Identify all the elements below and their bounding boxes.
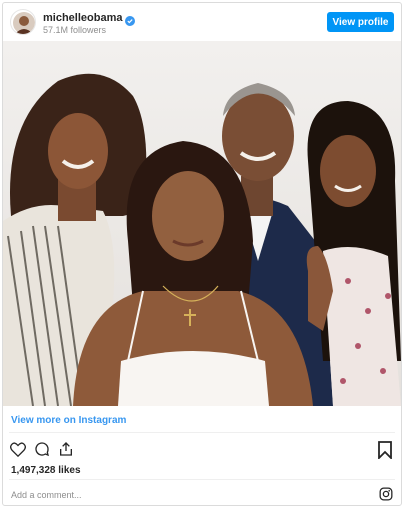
username-link[interactable]: michelleobama: [43, 12, 122, 24]
share-icon[interactable]: [57, 440, 75, 458]
divider: [9, 479, 395, 480]
post-photo[interactable]: [3, 41, 401, 406]
view-profile-button[interactable]: View profile: [327, 12, 394, 32]
post-header: michelleobama 57.1M followers View profi…: [3, 3, 401, 41]
action-bar: [9, 440, 75, 460]
follower-count: 57.1M followers: [43, 25, 107, 35]
comment-icon[interactable]: [33, 440, 51, 458]
like-count: 1,497,328 likes: [11, 465, 81, 476]
comment-input[interactable]: Add a comment...: [11, 490, 82, 500]
verified-badge-icon: [125, 13, 136, 26]
view-more-link[interactable]: View more on Instagram: [11, 415, 126, 426]
heart-icon[interactable]: [9, 440, 27, 458]
instagram-embed: michelleobama 57.1M followers View profi…: [2, 2, 402, 506]
bookmark-icon[interactable]: [377, 441, 393, 461]
divider: [9, 432, 395, 433]
avatar[interactable]: [10, 9, 36, 35]
instagram-logo-icon[interactable]: [379, 487, 393, 501]
